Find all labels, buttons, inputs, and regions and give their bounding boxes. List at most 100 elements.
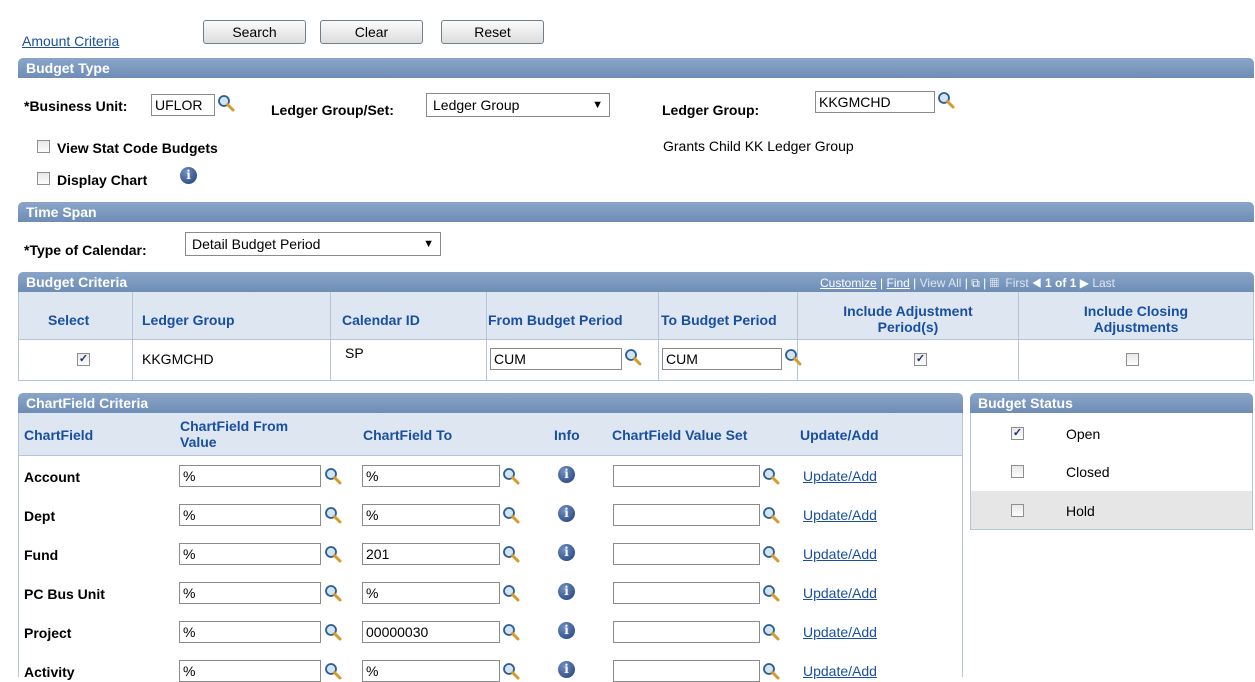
- chartfield-from-input[interactable]: %: [179, 582, 321, 604]
- chartfield-to-input[interactable]: 00000030: [362, 621, 500, 643]
- include-adjustment-checkbox[interactable]: ✓: [914, 353, 927, 366]
- chartfield-from-lookup-icon[interactable]: [324, 506, 342, 524]
- include-closing-checkbox[interactable]: [1126, 353, 1139, 366]
- grid-icon[interactable]: ▦: [990, 276, 999, 290]
- chartfield-to-lookup-icon[interactable]: [502, 623, 520, 641]
- chartfield-value-set-lookup-icon[interactable]: [762, 506, 780, 524]
- status-closed-checkbox[interactable]: [1011, 465, 1024, 478]
- chartfield-from-input[interactable]: %: [179, 660, 321, 682]
- chartfield-to-column-label: ChartField To: [363, 427, 453, 443]
- download-icon[interactable]: ⧉: [971, 276, 980, 290]
- reset-button[interactable]: Reset: [441, 20, 544, 44]
- chartfield-to-lookup-icon[interactable]: [502, 506, 520, 524]
- chartfield-to-lookup-icon[interactable]: [502, 545, 520, 563]
- status-open-checkbox[interactable]: ✓: [1011, 427, 1024, 440]
- info-icon[interactable]: i: [558, 544, 575, 561]
- update-add-link[interactable]: Update/Add: [803, 585, 877, 601]
- business-unit-input[interactable]: UFLOR: [151, 94, 215, 116]
- budget-status-header: Budget Status: [970, 393, 1253, 413]
- chartfield-value-set-input[interactable]: [613, 543, 760, 565]
- chartfield-name: Fund: [24, 547, 59, 563]
- customize-link[interactable]: Customize: [820, 276, 877, 290]
- chartfield-value-set-input[interactable]: [613, 621, 760, 643]
- chartfield-value-set-input[interactable]: [613, 465, 760, 487]
- view-stat-code-checkbox[interactable]: [37, 140, 50, 153]
- chartfield-to-input[interactable]: %: [362, 504, 500, 526]
- row-select-checkbox[interactable]: ✓: [77, 353, 90, 366]
- next-icon: ▶: [1079, 276, 1089, 290]
- chartfield-from-lookup-icon[interactable]: [324, 662, 342, 680]
- display-chart-checkbox[interactable]: [37, 172, 50, 185]
- chartfield-from-column-label: ChartField From Value: [180, 418, 289, 450]
- chartfield-to-input[interactable]: %: [362, 465, 500, 487]
- chartfield-name: Activity: [24, 664, 75, 680]
- chartfield-name: Account: [24, 469, 80, 485]
- chartfield-to-lookup-icon[interactable]: [502, 584, 520, 602]
- update-add-link[interactable]: Update/Add: [803, 468, 877, 484]
- view-stat-code-label: View Stat Code Budgets: [57, 140, 218, 156]
- row-calendar-id: SP: [345, 345, 364, 361]
- info-icon[interactable]: i: [558, 466, 575, 483]
- include-adjustment-column-header: Include Adjustment Period(s): [843, 303, 973, 335]
- chartfield-to-lookup-icon[interactable]: [502, 662, 520, 680]
- info-icon[interactable]: i: [558, 622, 575, 639]
- chartfield-from-lookup-icon[interactable]: [324, 467, 342, 485]
- chartfield-from-input[interactable]: %: [179, 465, 321, 487]
- info-icon[interactable]: i: [558, 583, 575, 600]
- select-column-header: Select: [48, 312, 90, 328]
- to-period-lookup-icon[interactable]: [784, 348, 802, 366]
- info-icon[interactable]: i: [180, 167, 197, 184]
- display-chart-label: Display Chart: [57, 172, 148, 188]
- search-button[interactable]: Search: [203, 20, 306, 44]
- ledger-group-set-select[interactable]: Ledger Group ▼: [426, 93, 610, 117]
- calendar-id-column-header: Calendar ID: [342, 312, 420, 328]
- chartfield-value-set-lookup-icon[interactable]: [762, 545, 780, 563]
- chartfield-value-set-lookup-icon[interactable]: [762, 467, 780, 485]
- chartfield-from-input[interactable]: %: [179, 504, 321, 526]
- chartfield-value-set-lookup-icon[interactable]: [762, 584, 780, 602]
- info-column-label: Info: [554, 427, 580, 443]
- type-of-calendar-select[interactable]: Detail Budget Period ▼: [185, 232, 441, 256]
- chartfield-from-lookup-icon[interactable]: [324, 545, 342, 563]
- include-closing-column-header: Include Closing Adjustments: [1083, 303, 1189, 335]
- amount-criteria-link[interactable]: Amount Criteria: [22, 33, 119, 49]
- ledger-group-input[interactable]: KKGMCHD: [815, 91, 935, 113]
- chartfield-value-set-input[interactable]: [613, 660, 760, 682]
- clear-button[interactable]: Clear: [320, 20, 423, 44]
- chartfield-from-lookup-icon[interactable]: [324, 584, 342, 602]
- update-add-column-label: Update/Add: [800, 427, 879, 443]
- chartfield-to-input[interactable]: 201: [362, 543, 500, 565]
- chartfield-name: PC Bus Unit: [24, 586, 105, 602]
- ledger-group-label: Ledger Group:: [662, 102, 760, 118]
- chartfield-from-input[interactable]: %: [179, 543, 321, 565]
- ledger-group-set-label: Ledger Group/Set:: [271, 102, 394, 118]
- chartfield-to-lookup-icon[interactable]: [502, 467, 520, 485]
- chartfield-value-set-lookup-icon[interactable]: [762, 623, 780, 641]
- chartfield-value-set-input[interactable]: [613, 582, 760, 604]
- last-link: Last: [1092, 276, 1115, 290]
- update-add-link[interactable]: Update/Add: [803, 546, 877, 562]
- find-link[interactable]: Find: [886, 276, 909, 290]
- chartfield-to-input[interactable]: %: [362, 660, 500, 682]
- chartfield-to-input[interactable]: %: [362, 582, 500, 604]
- update-add-link[interactable]: Update/Add: [803, 624, 877, 640]
- ledger-group-lookup-icon[interactable]: [937, 91, 955, 109]
- info-icon[interactable]: i: [558, 661, 575, 678]
- chartfield-value-set-input[interactable]: [613, 504, 760, 526]
- business-unit-lookup-icon[interactable]: [217, 94, 235, 112]
- update-add-link[interactable]: Update/Add: [803, 507, 877, 523]
- status-hold-checkbox[interactable]: [1011, 504, 1024, 517]
- from-period-lookup-icon[interactable]: [624, 348, 642, 366]
- info-icon[interactable]: i: [558, 505, 575, 522]
- status-hold-label: Hold: [1066, 503, 1095, 519]
- to-budget-period-column-header: To Budget Period: [661, 312, 777, 328]
- chartfield-from-input[interactable]: %: [179, 621, 321, 643]
- chevron-down-icon: ▼: [423, 238, 434, 250]
- chartfield-from-lookup-icon[interactable]: [324, 623, 342, 641]
- business-unit-label: *Business Unit:: [24, 98, 128, 114]
- chartfield-value-set-lookup-icon[interactable]: [762, 662, 780, 680]
- from-budget-period-input[interactable]: CUM: [490, 348, 622, 370]
- to-budget-period-input[interactable]: CUM: [662, 348, 782, 370]
- row-count: 1 of 1: [1045, 276, 1077, 290]
- chartfield-column-label: ChartField: [24, 427, 94, 443]
